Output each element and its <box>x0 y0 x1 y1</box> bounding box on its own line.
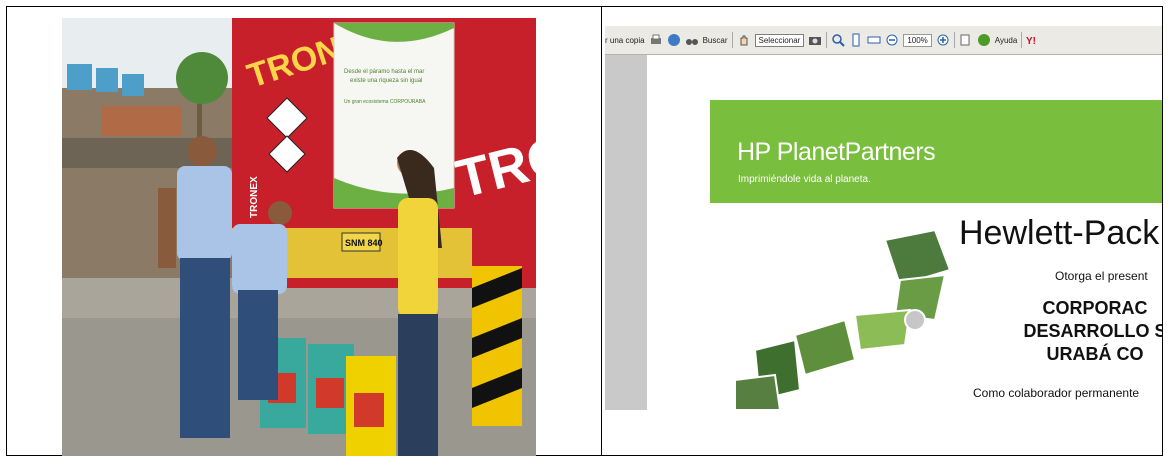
save-copy-button[interactable]: r una copia <box>605 36 645 45</box>
hand-tool-icon[interactable] <box>737 33 751 47</box>
print-icon[interactable] <box>649 33 663 47</box>
navigation-pane <box>605 55 647 410</box>
fit-width-icon[interactable] <box>867 33 881 47</box>
recycling-photo: TRONE TRONE TRONEX Desde el páramo hasta… <box>62 18 536 456</box>
banner-quote-1: Desde el páramo hasta el mar <box>344 69 424 75</box>
email-icon[interactable] <box>667 33 681 47</box>
org-line-3: URABÁ CO <box>1046 344 1144 364</box>
org-line-2: DESARROLLO S <box>1023 321 1162 341</box>
svg-text:Y!: Y! <box>1026 36 1036 47</box>
select-tool-button[interactable]: Seleccionar <box>754 33 805 47</box>
zoom-level-select[interactable]: 100% <box>903 33 932 47</box>
collaborator-text: Como colaborador permanente <box>973 386 1140 400</box>
toolbar-separator <box>953 32 955 48</box>
nature-photo-collage <box>735 230 950 410</box>
yahoo-messenger-icon[interactable]: Y! <box>1026 33 1040 47</box>
brand-bold: HP Planet <box>737 138 845 166</box>
zoom-in-tool-icon[interactable] <box>831 33 846 47</box>
brand-tagline: Imprimiéndole vida al planeta. <box>738 174 871 185</box>
pdf-viewer-screenshot: r una copia Buscar Seleccionar 100% Ayud… <box>605 26 1162 410</box>
fit-height-icon[interactable] <box>849 33 863 47</box>
zoom-out-icon[interactable] <box>885 33 899 47</box>
organization-name: CORPORAC DESARROLLO S URABÁ CO <box>975 297 1162 366</box>
license-plate: SNM 840 <box>345 238 383 248</box>
help-menu[interactable]: Ayuda <box>995 36 1018 45</box>
grants-text: Otorga el present <box>1055 269 1148 283</box>
org-line-1: CORPORAC <box>1042 298 1148 318</box>
brand-title: HP PlanetPartners <box>737 138 936 167</box>
binoculars-icon[interactable] <box>685 33 699 47</box>
brand-light: Partners <box>844 138 936 166</box>
document-page: HP PlanetPartners Imprimiéndole vida al … <box>647 55 1162 410</box>
page-layout-icon[interactable] <box>959 33 973 47</box>
viewer-toolbar: r una copia Buscar Seleccionar 100% Ayud… <box>605 26 1162 55</box>
truck-side-text: TRONEX <box>249 176 260 218</box>
toolbar-separator <box>1021 32 1023 48</box>
snapshot-icon[interactable] <box>808 33 822 47</box>
cell-divider <box>601 7 602 455</box>
toolbar-separator <box>826 32 828 48</box>
certificate-heading: Hewlett-Pack <box>959 214 1160 252</box>
zoom-in-icon[interactable] <box>936 33 950 47</box>
help-icon[interactable] <box>977 33 991 47</box>
photo-illustration: TRONE TRONE TRONEX Desde el páramo hasta… <box>62 18 536 456</box>
search-button[interactable]: Buscar <box>703 36 728 45</box>
toolbar-separator <box>731 32 733 48</box>
banner-quote-3: Un gran ecosistema CORPOURABA <box>344 99 426 105</box>
banner-quote-2: existe una riqueza sin igual <box>350 78 422 84</box>
hp-banner: HP PlanetPartners Imprimiéndole vida al … <box>710 100 1162 203</box>
